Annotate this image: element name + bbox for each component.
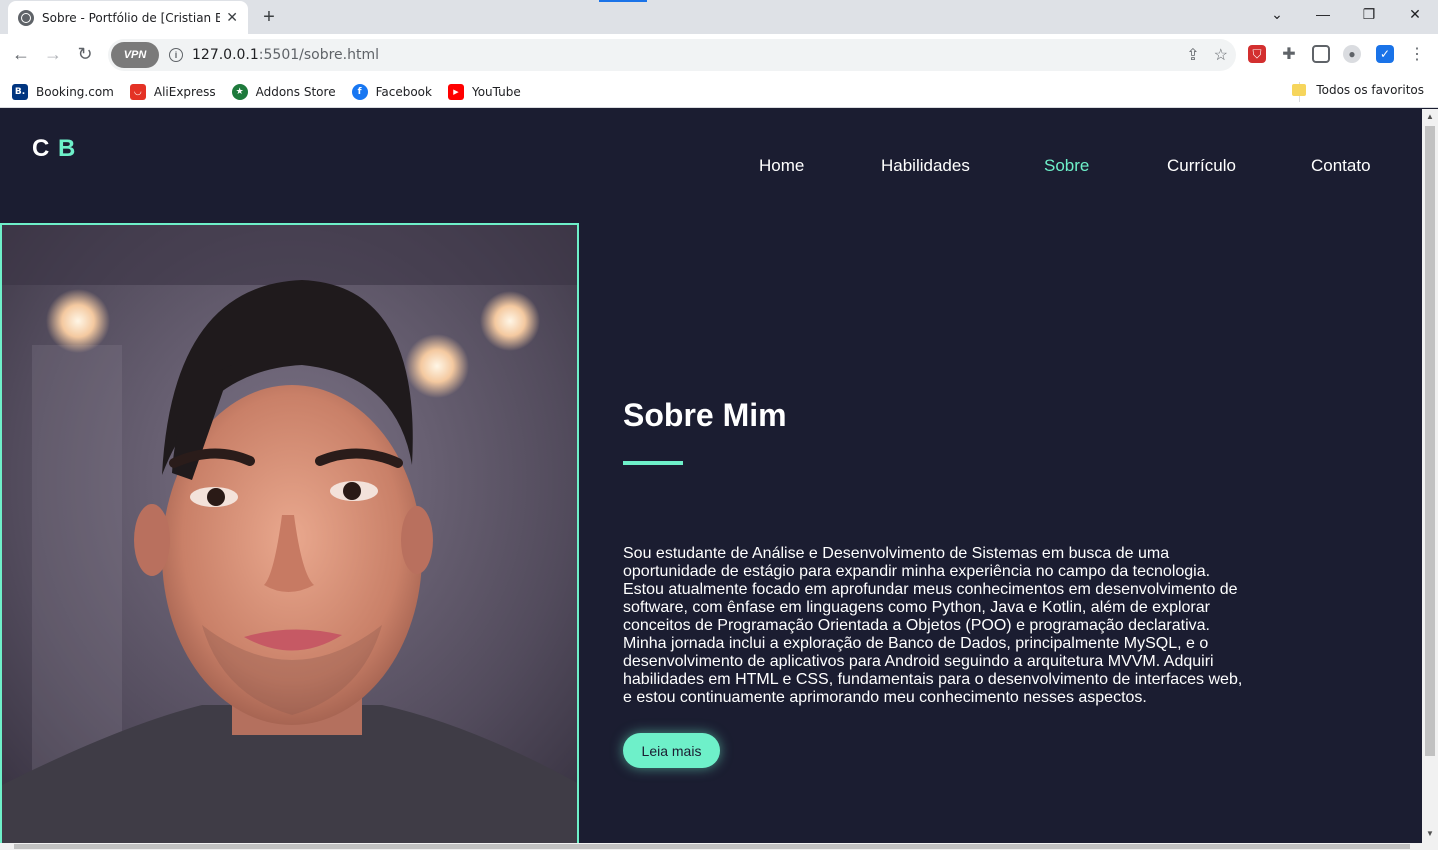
bookmark-label: AliExpress — [153, 84, 216, 99]
new-tab-button[interactable]: + — [258, 6, 280, 29]
nav-sobre[interactable]: Sobre — [1044, 156, 1089, 176]
bookmark-booking[interactable]: B. Booking.com — [12, 83, 114, 100]
bookmark-youtube[interactable]: ▶ YouTube — [447, 83, 521, 100]
addons-icon: ★ — [231, 83, 248, 100]
tab-strip: Sobre - Portfólio de [Cristian Bru ✕ + ⌄… — [0, 0, 1438, 34]
booking-icon: B. — [12, 83, 28, 100]
browser-toolbar: ← → ↻ VPN i 127.0.0.1:5501/sobre.html ⇪ … — [0, 34, 1438, 76]
about-paragraph: Sou estudante de Análise e Desenvolvimen… — [623, 545, 1253, 707]
bookmark-addons-store[interactable]: ★ Addons Store — [231, 83, 336, 100]
paragraph-line: habilidades em HTML e CSS, fundamentais … — [623, 671, 1243, 688]
folder-icon — [1292, 84, 1307, 96]
forward-icon[interactable]: → — [41, 44, 65, 65]
url-host: 127.0.0.1 — [192, 47, 259, 63]
vpn-badge[interactable]: VPN — [111, 42, 159, 68]
all-favorites[interactable]: Todos os favoritos — [1292, 83, 1424, 97]
shield-extension-icon[interactable]: ⛉ — [1248, 45, 1266, 63]
horizontal-scrollbar[interactable] — [0, 843, 1422, 850]
nav-home[interactable]: Home — [759, 156, 804, 176]
share-icon[interactable]: ⇪ — [1186, 45, 1199, 65]
tab-indicator — [599, 0, 647, 2]
extensions-puzzle-icon[interactable]: ✚ — [1280, 45, 1298, 63]
facebook-icon: f — [351, 83, 368, 100]
bookmark-facebook[interactable]: f Facebook — [351, 83, 432, 100]
close-window-button[interactable]: ✕ — [1392, 6, 1438, 23]
scroll-down-icon[interactable]: ▼ — [1426, 829, 1434, 838]
heading-underline — [623, 461, 683, 465]
url-text[interactable]: 127.0.0.1:5501/sobre.html — [192, 47, 379, 63]
close-tab-icon[interactable]: ✕ — [226, 9, 238, 26]
side-panel-icon[interactable] — [1312, 45, 1330, 63]
paragraph-line: oportunidade de estágio para expandir mi… — [623, 563, 1211, 580]
paragraph-line: Sou estudante de Análise e Desenvolvimen… — [623, 545, 1170, 562]
profile-photo — [0, 223, 579, 843]
paragraph-line: software, com ênfase em linguagens como … — [623, 599, 1210, 616]
bookmark-label: Facebook — [375, 84, 432, 99]
bookmark-label: Addons Store — [255, 84, 336, 99]
read-more-button[interactable]: Leia mais — [623, 733, 720, 768]
profile-avatar-icon[interactable]: ● — [1343, 45, 1361, 63]
tab-search-icon[interactable]: ⌄ — [1254, 6, 1300, 23]
nav-habilidades[interactable]: Habilidades — [881, 156, 970, 176]
page-content: C B Home Habilidades Sobre Currículo Con… — [0, 109, 1422, 843]
minimize-button[interactable]: — — [1300, 6, 1346, 22]
paragraph-line: e estou continuamente aprimorando meu co… — [623, 689, 1147, 706]
bookmarks-bar: B. Booking.com ◡ AliExpress ★ Addons Sto… — [0, 76, 1438, 108]
bookmark-label: Booking.com — [36, 84, 114, 99]
nav-curriculo[interactable]: Currículo — [1167, 156, 1236, 176]
paragraph-line: conceitos de Programação Orientada a Obj… — [623, 617, 1210, 634]
bookmark-star-icon[interactable]: ☆ — [1214, 45, 1228, 65]
security-extension-icon[interactable]: ✓ — [1376, 45, 1394, 63]
paragraph-line: Minha jornada inclui a exploração de Ban… — [623, 635, 1209, 652]
hscroll-thumb[interactable] — [14, 844, 1410, 849]
restore-button[interactable]: ❐ — [1346, 6, 1392, 23]
nav-contato[interactable]: Contato — [1311, 156, 1371, 176]
all-favorites-label: Todos os favoritos — [1316, 83, 1424, 97]
scroll-up-icon[interactable]: ▲ — [1426, 112, 1434, 121]
logo-letter-c: C — [32, 135, 51, 162]
paragraph-line: desenvolvimento de aplicativos para Andr… — [623, 653, 1214, 670]
logo-letter-b: B — [58, 135, 77, 162]
bookmark-aliexpress[interactable]: ◡ AliExpress — [129, 83, 216, 100]
scroll-thumb[interactable] — [1425, 126, 1435, 756]
aliexpress-icon: ◡ — [129, 83, 146, 100]
menu-kebab-icon[interactable]: ⋮ — [1408, 45, 1426, 63]
section-heading: Sobre Mim — [623, 397, 787, 433]
paragraph-line: Estou atualmente focado em aprofundar me… — [623, 581, 1238, 598]
url-path: :5501/sobre.html — [258, 47, 380, 63]
back-icon[interactable]: ← — [9, 44, 33, 65]
browser-tab[interactable]: Sobre - Portfólio de [Cristian Bru ✕ — [8, 1, 248, 34]
site-logo[interactable]: C B — [32, 135, 76, 163]
info-icon[interactable]: i — [169, 48, 183, 62]
tab-title: Sobre - Portfólio de [Cristian Bru — [42, 10, 221, 25]
address-bar[interactable]: VPN i 127.0.0.1:5501/sobre.html ⇪ ☆ — [108, 39, 1236, 71]
vertical-scrollbar[interactable]: ▲ ▼ — [1422, 109, 1438, 850]
globe-icon — [18, 9, 34, 26]
reload-icon[interactable]: ↻ — [73, 44, 97, 65]
youtube-icon: ▶ — [447, 83, 464, 100]
bookmark-label: YouTube — [471, 84, 521, 99]
